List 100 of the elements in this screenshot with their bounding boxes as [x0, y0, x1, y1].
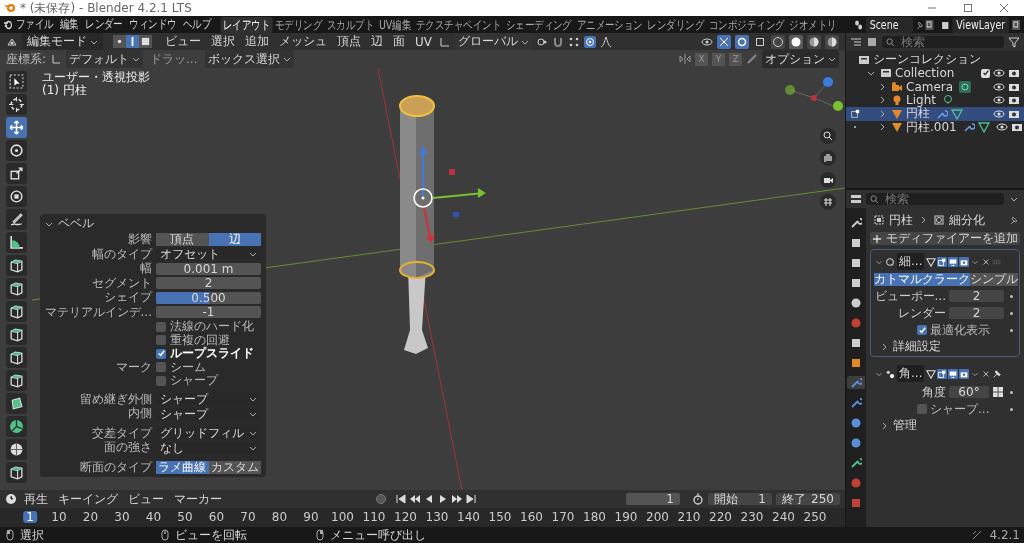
modifier-name-field[interactable]: 角...: [897, 365, 925, 382]
menu-item[interactable]: ファイル: [12, 16, 57, 33]
number-field[interactable]: 2: [949, 290, 1004, 302]
add-modifier-button[interactable]: モディファイアーを追加: [870, 232, 1020, 245]
menu-item[interactable]: 辺: [368, 33, 386, 50]
field-label: 角度: [921, 383, 946, 401]
tree-item[interactable]: Light: [906, 93, 936, 108]
segment-option[interactable]: 頂点: [156, 233, 209, 246]
status-hint: ビューを回転: [175, 526, 247, 543]
menu-item[interactable]: UV: [412, 34, 435, 49]
frame-number: 130: [424, 511, 450, 523]
segment-option[interactable]: 辺: [208, 233, 261, 246]
workspace-tab[interactable]: コンポジティング: [706, 16, 787, 33]
tree-item[interactable]: 円柱.001: [906, 118, 957, 136]
menu-item[interactable]: ビュー: [125, 490, 167, 508]
frame-number: 210: [676, 511, 702, 523]
menu-item[interactable]: ビュー: [162, 33, 204, 50]
current-frame-field[interactable]: 1: [626, 493, 680, 505]
frame-number: 160: [519, 511, 544, 523]
frame-number: 240: [771, 511, 796, 523]
menu-item[interactable]: 編集: [56, 16, 82, 33]
field-label: 幅のタイプ: [92, 245, 152, 262]
workspace-tab[interactable]: シェーディング: [503, 16, 575, 33]
field-label: マテリアルインデ...: [44, 303, 152, 321]
frame-number: 140: [456, 511, 481, 523]
coordinate-label: 座標系:: [6, 50, 47, 68]
field-label: レンダー: [897, 304, 946, 322]
field-label: 留め継ぎ外側: [80, 390, 152, 407]
window-title: * (未保存) - Blender 4.2.1 LTS: [20, 0, 192, 17]
frame-number: 170: [550, 511, 576, 523]
tree-item[interactable]: Camera: [906, 79, 954, 94]
start-frame-field[interactable]: 開始 1: [708, 493, 772, 505]
frame-number: 150: [487, 511, 513, 523]
checkbox-label: 最適化表示: [930, 321, 990, 339]
menu-item[interactable]: キーイング: [55, 490, 121, 508]
subpanel-title[interactable]: 管理: [893, 417, 917, 434]
frame-number: 220: [708, 511, 733, 523]
number-field[interactable]: 60°: [949, 386, 989, 398]
status-hint: 選択: [20, 526, 44, 543]
status-hint: メニュー呼び出し: [330, 526, 426, 543]
modifier-name-field[interactable]: 細...: [897, 253, 925, 270]
segment-option[interactable]: カトマルクラーク: [874, 273, 970, 286]
end-frame-field[interactable]: 終了 250: [776, 493, 840, 505]
menu-item[interactable]: 頂点: [334, 33, 364, 50]
panel-title: ベベル: [58, 215, 94, 232]
menu-item[interactable]: 再生: [21, 490, 51, 508]
menu-item[interactable]: ヘルプ: [179, 16, 215, 33]
menu-item[interactable]: 選択: [208, 33, 238, 50]
menu-item[interactable]: 面: [390, 33, 408, 50]
frame-number: 1: [23, 511, 37, 523]
segment-option[interactable]: シンプル: [970, 273, 1018, 286]
number-field[interactable]: 0.001 m: [156, 262, 261, 275]
search-field[interactable]: 検索: [866, 193, 1004, 205]
checkbox-label: シャープ...: [930, 400, 990, 418]
field-label: 内側: [128, 405, 152, 422]
frame-number: 40: [144, 511, 163, 523]
segment-option[interactable]: カスタム: [208, 460, 261, 474]
workspace-tab[interactable]: テクスチャペイント: [413, 16, 504, 33]
menu-item[interactable]: 追加: [242, 33, 272, 50]
frame-number: 110: [361, 511, 387, 523]
workspace-tab[interactable]: UV編集: [376, 16, 414, 33]
breadcrumb-item: 円柱: [889, 211, 913, 229]
number-field[interactable]: -1: [156, 306, 261, 318]
workspace-tab[interactable]: レンダリング: [645, 16, 707, 33]
workspace-tab[interactable]: モデリング: [272, 16, 325, 33]
field-label: 面の強さ: [104, 439, 152, 456]
frame-number: 90: [302, 511, 320, 523]
workspace-tab[interactable]: レイアウト: [220, 16, 273, 33]
frame-number: 60: [207, 511, 226, 523]
checkbox-label: ループスライド: [170, 346, 254, 362]
drag-dropdown[interactable]: ドラッ...: [147, 50, 201, 68]
workspace-tab[interactable]: ジオメトリ: [786, 16, 839, 33]
field-label: 交差タイプ: [92, 424, 152, 441]
breadcrumb-item: 細分化: [949, 211, 985, 229]
number-field[interactable]: 2: [156, 277, 261, 289]
field-label: マーク: [116, 358, 152, 376]
tree-item[interactable]: Collection: [895, 66, 955, 81]
checkbox-label: 法線のハード化: [170, 318, 254, 334]
frame-number: 180: [582, 511, 607, 523]
number-field[interactable]: 2: [949, 307, 1004, 319]
field-label: セグメント: [92, 274, 152, 291]
menu-item[interactable]: マーカー: [171, 490, 225, 508]
view-name: ユーザー・透視投影: [42, 71, 150, 84]
search-field[interactable]: 検索: [882, 36, 1004, 48]
orientation-dropdown[interactable]: デフォルト: [66, 49, 144, 69]
workspace-tab[interactable]: アニメーション: [574, 16, 646, 33]
field-label: 幅: [140, 260, 152, 277]
object-name: (1) 円柱: [42, 84, 88, 97]
view-layer-field[interactable]: ViewLayer: [952, 16, 1010, 33]
checkbox-label: 重複の回避: [170, 332, 230, 347]
segment-option[interactable]: ラメ曲線: [156, 460, 209, 474]
menu-item[interactable]: ウィンドウ: [126, 16, 180, 33]
frame-number: 20: [81, 511, 100, 523]
menu-item[interactable]: レンダー: [81, 16, 127, 33]
subpanel-title[interactable]: 詳細設定: [893, 338, 941, 355]
frame-number: 30: [113, 511, 131, 523]
workspace-tab[interactable]: スカルプト: [324, 16, 377, 33]
frame-number: 250: [802, 511, 828, 523]
menu-item[interactable]: メッシュ: [276, 33, 330, 50]
scene-field[interactable]: Scene: [865, 16, 913, 33]
